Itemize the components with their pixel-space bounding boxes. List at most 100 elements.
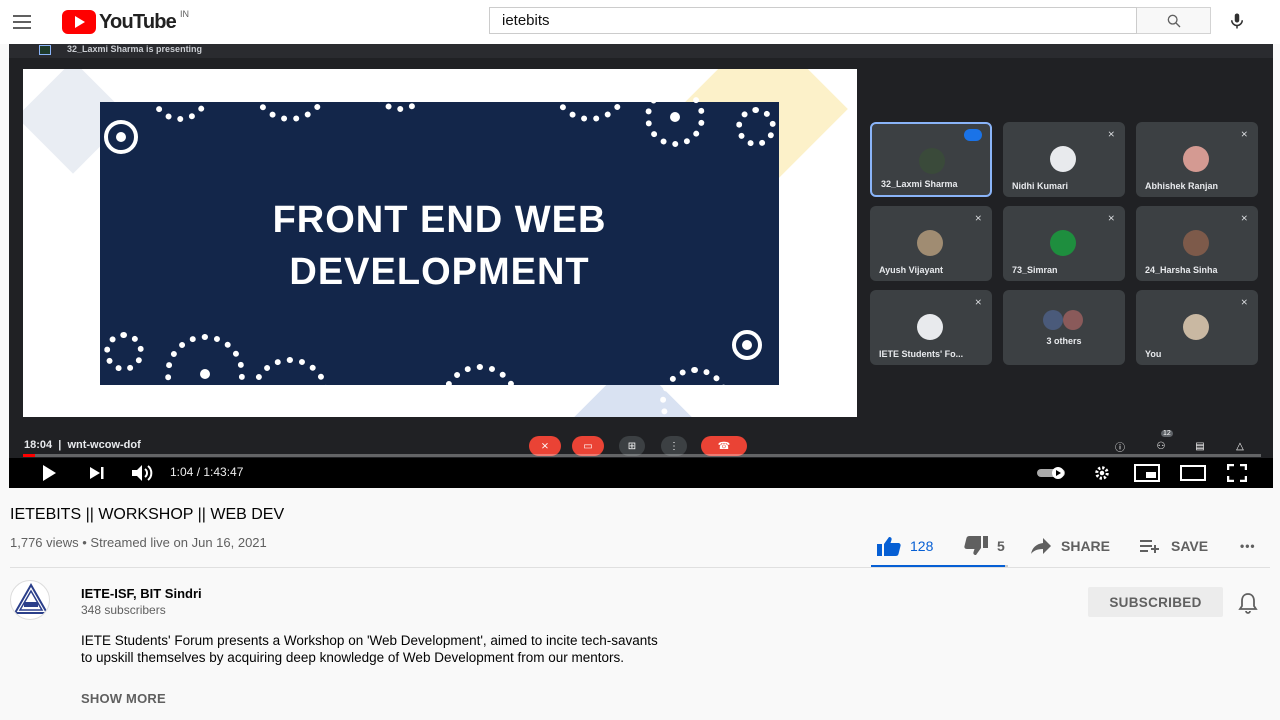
youtube-logo[interactable]: YouTube IN bbox=[62, 9, 189, 34]
voice-search-button[interactable] bbox=[1224, 8, 1250, 34]
next-button[interactable] bbox=[87, 462, 107, 484]
participant-avatar bbox=[1063, 310, 1083, 330]
bell-icon bbox=[1238, 593, 1258, 614]
participant-tile: ⨯ 73_Simran bbox=[1003, 206, 1125, 281]
participant-avatar bbox=[1050, 230, 1076, 256]
meeting-info: 18:04 | wnt-wcow-dof bbox=[24, 439, 141, 451]
gear-icon bbox=[370, 69, 430, 112]
miniplayer-button[interactable] bbox=[1133, 462, 1161, 484]
settings-button[interactable] bbox=[1091, 462, 1113, 484]
participant-tile-others: 3 others bbox=[1003, 290, 1125, 365]
mic-muted-icon: ⨯ bbox=[1240, 129, 1248, 139]
meet-presenting-bar: 32_Laxmi Sharma is presenting bbox=[9, 44, 1273, 58]
more-actions-button[interactable]: ••• bbox=[1240, 532, 1256, 560]
subscriber-count: 348 subscribers bbox=[81, 603, 166, 617]
more-options-icon: ⋮ bbox=[661, 436, 687, 456]
participant-tile: ⨯ Nidhi Kumari bbox=[1003, 122, 1125, 197]
gear-icon bbox=[732, 330, 762, 360]
camera-off-icon: ▭ bbox=[572, 436, 604, 456]
gear-icon bbox=[440, 364, 520, 417]
player-controls: 1:04 / 1:43:47 bbox=[9, 458, 1273, 488]
participant-name: IETE Students' Fo... bbox=[879, 349, 964, 359]
presentation-slide: FRONT END WEB DEVELOPMENT bbox=[23, 69, 857, 417]
volume-icon bbox=[132, 465, 153, 481]
next-icon bbox=[90, 467, 104, 479]
time-display: 1:04 / 1:43:47 bbox=[170, 465, 244, 479]
play-icon bbox=[43, 465, 56, 481]
participant-avatar bbox=[1183, 314, 1209, 340]
presenter-icon bbox=[39, 45, 51, 55]
gear-icon bbox=[550, 69, 630, 122]
save-label: SAVE bbox=[1171, 538, 1209, 554]
participant-name: Nidhi Kumari bbox=[1012, 181, 1069, 191]
video-title: IETEBITS || WORKSHOP || WEB DEV bbox=[10, 506, 285, 523]
video-player[interactable]: 32_Laxmi Sharma is presenting FRONT END … bbox=[9, 44, 1273, 488]
progress-fill bbox=[23, 454, 36, 457]
mic-muted-icon: ⨯ bbox=[1240, 297, 1248, 307]
people-icon: 12 ⚇ bbox=[1156, 430, 1173, 452]
search-button[interactable] bbox=[1137, 7, 1211, 34]
theater-mode-button[interactable] bbox=[1179, 462, 1207, 484]
save-button[interactable]: SAVE bbox=[1139, 532, 1208, 560]
slide-panel: FRONT END WEB DEVELOPMENT bbox=[100, 69, 779, 417]
channel-avatar[interactable] bbox=[10, 580, 50, 620]
participant-avatar bbox=[1050, 146, 1076, 172]
dislike-button[interactable]: 5 bbox=[963, 532, 1005, 560]
chat-icon: ▤ bbox=[1195, 440, 1205, 452]
participant-name: 32_Laxmi Sharma bbox=[881, 179, 958, 189]
gear-icon bbox=[104, 120, 138, 154]
youtube-play-icon bbox=[62, 10, 96, 34]
participant-tile: ⨯ 24_Harsha Sinha bbox=[1136, 206, 1258, 281]
autoplay-icon bbox=[1037, 467, 1065, 479]
search-input[interactable]: ietebits bbox=[489, 7, 1137, 34]
dislike-count: 5 bbox=[997, 538, 1005, 554]
masthead: YouTube IN ietebits bbox=[0, 0, 1280, 44]
participant-avatar bbox=[917, 230, 943, 256]
meet-bottom-bar: 18:04 | wnt-wcow-dof ⨯ ▭ ⊞ ⋮ ☎ ⓘ 12 ⚇ ▤ △ bbox=[9, 430, 1273, 456]
gear-icon bbox=[250, 357, 330, 417]
gear-icon bbox=[165, 334, 245, 414]
participant-name: You bbox=[1145, 349, 1162, 359]
participant-avatar bbox=[1043, 310, 1063, 330]
participant-name: 24_Harsha Sinha bbox=[1145, 265, 1218, 275]
mic-muted-icon: ⨯ bbox=[1107, 129, 1115, 139]
video-description: IETE Students' Forum presents a Workshop… bbox=[81, 632, 781, 666]
activities-icon: △ bbox=[1236, 440, 1244, 452]
mic-off-icon: ⨯ bbox=[529, 436, 561, 456]
channel-name[interactable]: IETE-ISF, BIT Sindri bbox=[81, 586, 202, 601]
progress-bar[interactable] bbox=[23, 454, 1261, 457]
play-button[interactable] bbox=[39, 462, 59, 484]
guide-menu-button[interactable] bbox=[10, 10, 34, 34]
playlist-add-icon bbox=[1140, 540, 1159, 553]
subscribe-button[interactable]: SUBSCRIBED bbox=[1088, 587, 1223, 617]
participant-tile: ⨯ Ayush Vijayant bbox=[870, 206, 992, 281]
autoplay-toggle[interactable] bbox=[1035, 462, 1069, 484]
microphone-icon bbox=[1231, 13, 1243, 29]
info-icon: ⓘ bbox=[1115, 442, 1125, 454]
gear-icon bbox=[645, 87, 705, 147]
gear-icon bbox=[1095, 466, 1109, 480]
speaking-indicator-icon bbox=[964, 129, 982, 141]
participant-name: 73_Simran bbox=[1012, 265, 1058, 275]
fullscreen-button[interactable] bbox=[1225, 462, 1249, 484]
mic-muted-icon: ⨯ bbox=[1240, 213, 1248, 223]
participant-avatar bbox=[917, 314, 943, 340]
show-more-button[interactable]: SHOW MORE bbox=[81, 691, 166, 706]
volume-button[interactable] bbox=[129, 462, 155, 484]
participant-name: Abhishek Ranjan bbox=[1145, 181, 1219, 191]
share-button[interactable]: SHARE bbox=[1030, 532, 1110, 560]
participant-tile: ⨯ You bbox=[1136, 290, 1258, 365]
participant-tile: 32_Laxmi Sharma bbox=[870, 122, 992, 197]
theater-icon bbox=[1180, 465, 1206, 481]
gear-icon bbox=[250, 69, 330, 122]
participant-tile: ⨯ Abhishek Ranjan bbox=[1136, 122, 1258, 197]
region-code: IN bbox=[179, 9, 189, 19]
hamburger-icon bbox=[13, 15, 31, 17]
like-button[interactable]: 128 bbox=[876, 532, 933, 560]
participant-tile: ⨯ IETE Students' Fo... bbox=[870, 290, 992, 365]
iete-logo-icon bbox=[13, 582, 49, 614]
present-icon: ⊞ bbox=[619, 436, 645, 456]
participant-name: Ayush Vijayant bbox=[879, 265, 944, 275]
notification-bell-button[interactable] bbox=[1238, 592, 1262, 616]
divider bbox=[10, 567, 1270, 568]
